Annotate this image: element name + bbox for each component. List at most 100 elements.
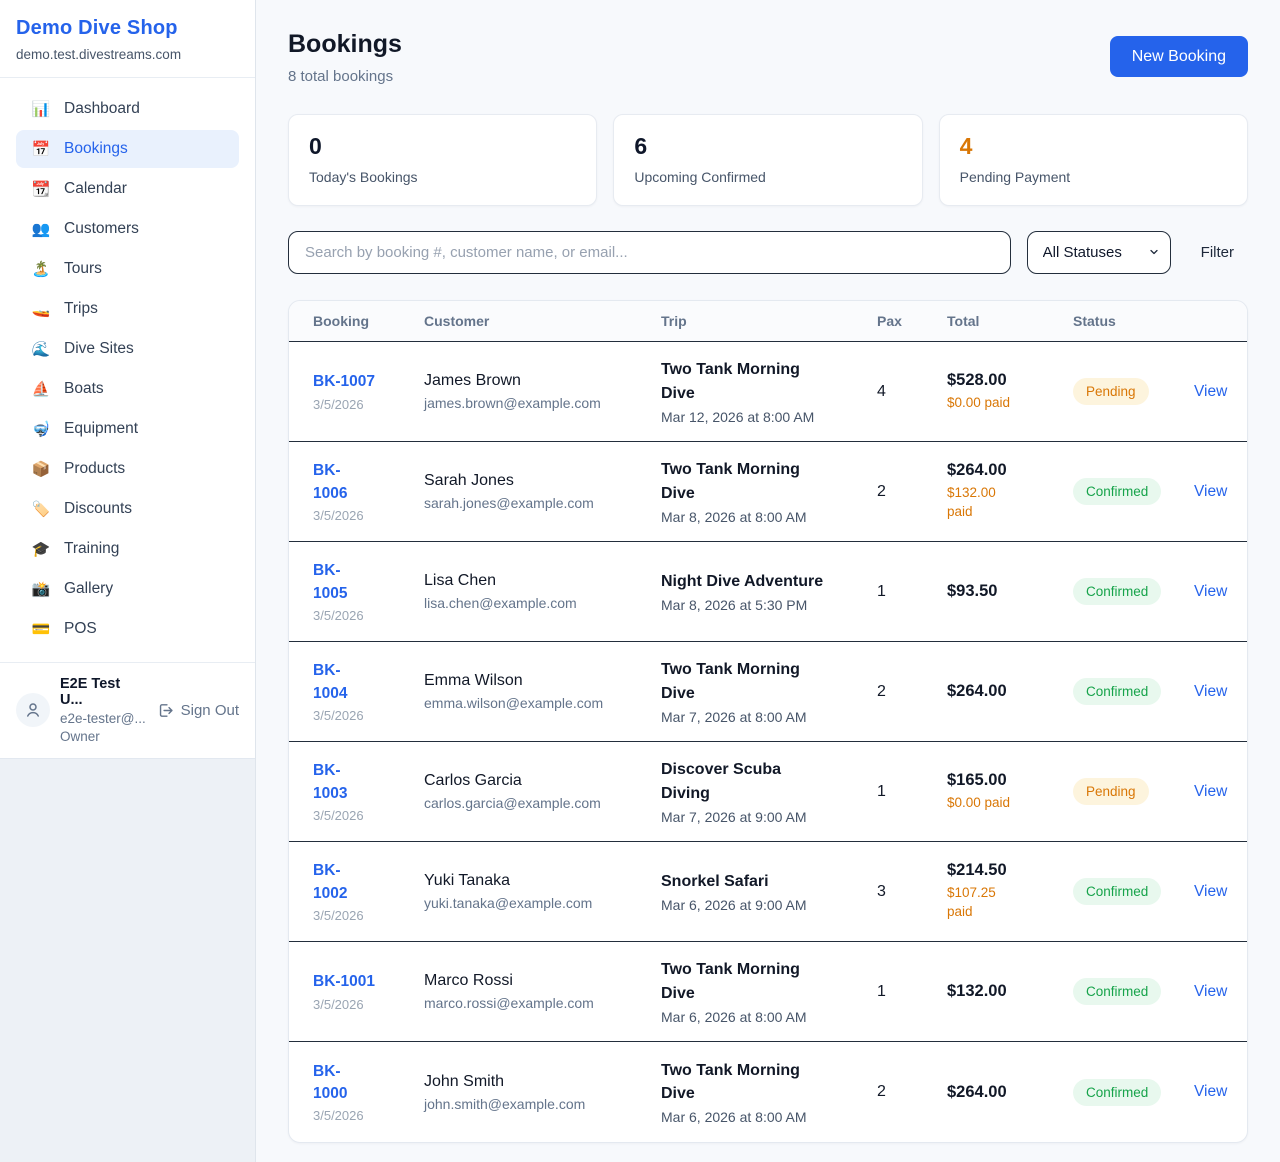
stat-card: 6Upcoming Confirmed [613,114,922,206]
total-cell: $264.00 [947,1083,1073,1102]
customer-name: Emma Wilson [424,672,661,690]
booking-cell: BK-10013/5/2026 [313,971,424,1011]
status-cell: Confirmed [1073,578,1194,605]
sidebar-item-label: Calendar [64,180,127,198]
sidebar-item-calendar[interactable]: 📆Calendar [16,170,239,208]
booking-cell: BK-10003/5/2026 [313,1061,424,1124]
sidebar-item-tours[interactable]: 🏝️Tours [16,250,239,288]
total-amount: $165.00 [947,771,1073,790]
view-link[interactable]: View [1194,883,1227,900]
main-content: Bookings 8 total bookings New Booking 0T… [256,0,1280,1162]
status-cell: Confirmed [1073,678,1194,705]
status-filter-wrap: All Statuses [1027,231,1171,274]
tag-icon: 🏷️ [31,500,51,518]
sidebar-item-training[interactable]: 🎓Training [16,530,239,568]
view-link[interactable]: View [1194,1083,1227,1100]
user-email: e2e-tester@... [60,711,147,726]
sign-out-button[interactable]: Sign Out [157,702,239,719]
sidebar-item-customers[interactable]: 👥Customers [16,210,239,248]
view-link[interactable]: View [1194,383,1227,400]
package-icon: 📦 [31,460,51,478]
actions-cell: View [1194,583,1227,601]
column-header: Trip [661,313,877,329]
trip-cell: Two Tank Morning DiveMar 7, 2026 at 8:00… [661,658,877,724]
new-booking-button[interactable]: New Booking [1110,36,1248,77]
customer-name: Yuki Tanaka [424,872,661,890]
bookings-table: BookingCustomerTripPaxTotalStatus BK-100… [288,300,1248,1143]
user-box: E2E Test U... e2e-tester@... Owner Sign … [0,662,255,758]
trip-name: Two Tank Morning Dive [661,958,829,1004]
status-cell: Pending [1073,378,1194,405]
status-badge: Confirmed [1073,478,1161,505]
trip-cell: Two Tank Morning Dive Mar 6, 2026 at 8:00… [661,958,877,1024]
table-row: BK-10003/5/2026John Smith john.smith@exam… [289,1042,1247,1142]
table-header: BookingCustomerTripPaxTotalStatus [289,301,1247,342]
view-link[interactable]: View [1194,683,1227,700]
sidebar-item-dashboard[interactable]: 📊Dashboard [16,90,239,128]
sidebar-item-label: Customers [64,220,139,238]
sidebar-item-label: Dashboard [64,100,140,118]
status-cell: Confirmed [1073,1079,1194,1106]
sidebar-item-dive-sites[interactable]: 🌊Dive Sites [16,330,239,368]
customer-cell: Marco Rossimarco.rossi@example.com [424,972,661,1011]
total-cell: $132.00 [947,982,1073,1001]
sidebar-item-label: POS [64,620,97,638]
trip-name: Two Tank Morning Dive [661,458,829,504]
stat-label: Today's Bookings [309,169,576,185]
trip-time: Mar 7, 2026 at 9:00 AM [661,809,877,825]
total-cell: $214.50$107.25 paid [947,861,1073,922]
status-filter-select[interactable]: All Statuses [1027,231,1171,274]
booking-link[interactable]: BK-1000 [313,1061,347,1106]
customer-email: john.smith@example.com [424,1096,661,1112]
booking-link[interactable]: BK-1004 [313,660,347,705]
stats-row: 0Today's Bookings6Upcoming Confirmed4Pen… [288,114,1248,206]
sidebar-item-label: Discounts [64,500,132,518]
sidebar-item-trips[interactable]: 🚤Trips [16,290,239,328]
pax-cell: 1 [877,983,947,1001]
sidebar-item-gallery[interactable]: 📸Gallery [16,570,239,608]
total-amount: $264.00 [947,682,1073,701]
pax-cell: 3 [877,883,947,901]
stat-value: 0 [309,133,576,160]
sidebar-item-pos[interactable]: 💳POS [16,610,239,648]
table-row: BK-10053/5/2026Lisa Chenlisa.chen@exampl… [289,542,1247,642]
total-cell: $264.00 [947,682,1073,701]
view-link[interactable]: View [1194,583,1227,600]
total-amount: $528.00 [947,371,1073,390]
user-role: Owner [60,729,147,744]
pax-cell: 2 [877,1083,947,1101]
actions-cell: View [1194,683,1227,701]
booking-link[interactable]: BK-1003 [313,760,347,805]
booking-link[interactable]: BK-1007 [313,371,375,393]
booking-cell: BK-10073/5/2026 [313,371,424,411]
customer-name: John Smith [424,1073,661,1091]
booking-date: 3/5/2026 [313,908,424,923]
view-link[interactable]: View [1194,983,1227,1000]
view-link[interactable]: View [1194,483,1227,500]
sidebar-item-label: Equipment [64,420,138,438]
pax-cell: 1 [877,783,947,801]
sidebar-item-discounts[interactable]: 🏷️ Discounts [16,490,239,528]
person-icon [24,701,42,719]
trip-cell: Two Tank Morning DiveMar 6, 2026 at 8:00… [661,1059,877,1125]
amount-paid: $0.00 paid [947,394,1023,413]
sidebar-item-equipment[interactable]: 🤿Equipment [16,410,239,448]
trip-time: Mar 8, 2026 at 5:30 PM [661,597,877,613]
stat-label: Pending Payment [960,169,1227,185]
sidebar-item-boats[interactable]: ⛵Boats [16,370,239,408]
trip-time: Mar 6, 2026 at 8:00 AM [661,1009,877,1025]
amount-paid: $107.25 paid [947,884,1023,922]
sidebar-item-products[interactable]: 📦Products [16,450,239,488]
view-link[interactable]: View [1194,783,1227,800]
sidebar-item-bookings[interactable]: 📅Bookings [16,130,239,168]
booking-link[interactable]: BK-1001 [313,971,375,993]
graduation-cap-icon: 🎓 [31,540,51,558]
booking-link[interactable]: BK-1006 [313,460,347,505]
actions-cell: View [1194,483,1227,501]
booking-link[interactable]: BK-1005 [313,560,347,605]
search-input[interactable] [288,231,1011,274]
filter-button[interactable]: Filter [1187,244,1248,261]
trip-name: Two Tank Morning Dive [661,658,829,704]
booking-date: 3/5/2026 [313,808,424,823]
booking-link[interactable]: BK-1002 [313,860,347,905]
